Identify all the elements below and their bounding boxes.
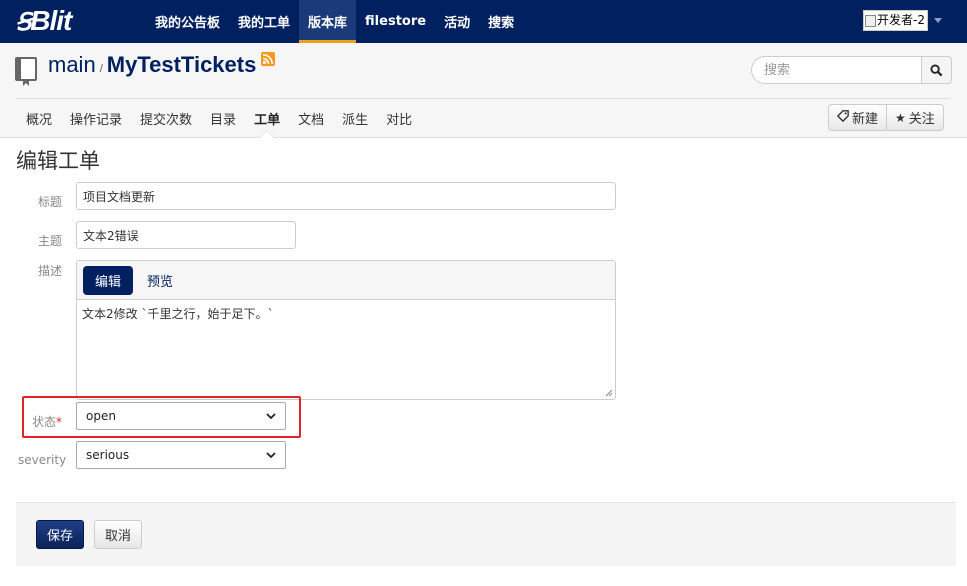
topic-field[interactable]: 文本2错误 — [76, 221, 296, 249]
save-button[interactable]: 保存 — [36, 520, 84, 549]
severity-select-value: serious — [86, 448, 130, 462]
status-label: 状态* — [32, 413, 62, 430]
logo-word: Blit — [30, 5, 72, 36]
tab-edit[interactable]: 编辑 — [83, 266, 134, 295]
nav-search[interactable]: 搜索 — [479, 0, 523, 43]
repository-header: main / MyTestTickets 概况 操作记录 提交次数 目录 工单 … — [0, 43, 967, 138]
avatar: 开发者-2 — [863, 10, 928, 31]
repository-tabs: 概况 操作记录 提交次数 目录 工单 文档 派生 对比 — [16, 99, 421, 138]
tab-commits[interactable]: 提交次数 — [131, 99, 201, 137]
app-logo[interactable]: Ꞩ Blit — [16, 4, 72, 38]
search-icon — [930, 63, 943, 76]
form-actions: 保存 取消 — [16, 502, 956, 566]
path-separator: / — [99, 63, 103, 75]
description-textarea[interactable]: 文本2修改 `千里之行，始于足下。` — [77, 300, 615, 327]
resize-handle-icon[interactable] — [605, 389, 613, 397]
tab-docs[interactable]: 文档 — [289, 99, 333, 137]
repository-search — [751, 56, 952, 84]
new-ticket-button[interactable]: 新建 — [828, 104, 888, 131]
nav-repositories[interactable]: 版本库 — [299, 0, 357, 43]
tab-summary[interactable]: 概况 — [16, 99, 61, 137]
tag-icon — [836, 110, 849, 125]
repository-book-icon — [15, 57, 37, 86]
avatar-alt-text: 开发者-2 — [877, 13, 925, 27]
title-field[interactable]: 项目文档更新 — [76, 182, 616, 210]
cancel-button[interactable]: 取消 — [94, 520, 142, 549]
project-link[interactable]: main — [48, 52, 96, 78]
watch-button[interactable]: ★ 关注 — [887, 104, 944, 131]
user-menu[interactable]: 开发者-2 — [863, 10, 942, 31]
repository-name-link[interactable]: MyTestTickets — [107, 52, 257, 78]
nav-filestore[interactable]: filestore — [356, 0, 435, 43]
top-navbar: Ꞩ Blit 我的公告板 我的工单 版本库 filestore 活动 搜索 开发… — [0, 0, 967, 43]
status-select-value: open — [86, 409, 116, 423]
watch-label: 关注 — [908, 112, 935, 127]
tab-tree[interactable]: 目录 — [201, 99, 245, 137]
status-label-text: 状态 — [32, 415, 57, 429]
page-title: 编辑工单 — [16, 149, 100, 173]
broken-image-icon — [865, 14, 876, 27]
tab-reflog[interactable]: 操作记录 — [61, 99, 131, 137]
description-editor: 编辑 预览 文本2修改 `千里之行，始于足下。` — [76, 260, 616, 400]
chevron-down-icon — [933, 18, 942, 23]
topic-label: 主题 — [38, 234, 63, 248]
status-select[interactable]: open — [76, 402, 286, 430]
logo-mark: Ꞩ — [16, 6, 31, 36]
rss-feed-icon[interactable] — [261, 52, 276, 66]
repository-title: main / MyTestTickets — [48, 52, 276, 78]
chevron-down-icon — [266, 413, 276, 419]
title-label: 标题 — [38, 195, 63, 209]
main-nav: 我的公告板 我的工单 版本库 filestore 活动 搜索 — [146, 0, 523, 43]
new-ticket-label: 新建 — [852, 112, 879, 127]
tab-compare[interactable]: 对比 — [377, 99, 421, 137]
search-button[interactable] — [921, 56, 952, 84]
nav-activity[interactable]: 活动 — [435, 0, 479, 43]
description-label: 描述 — [38, 264, 63, 278]
editor-tabs: 编辑 预览 — [77, 261, 615, 300]
tab-forks[interactable]: 派生 — [333, 99, 377, 137]
nav-dashboard[interactable]: 我的公告板 — [146, 0, 229, 43]
severity-select[interactable]: serious — [76, 441, 286, 469]
star-icon: ★ — [895, 110, 906, 125]
tab-tickets[interactable]: 工单 — [245, 99, 289, 138]
ticket-actions: 新建 ★ 关注 — [828, 104, 944, 131]
chevron-down-icon — [266, 452, 276, 458]
severity-label: severity — [18, 453, 67, 467]
tab-preview[interactable]: 预览 — [135, 266, 185, 295]
required-marker: * — [56, 415, 63, 429]
nav-my-tickets[interactable]: 我的工单 — [229, 0, 299, 43]
search-input[interactable] — [751, 56, 921, 84]
